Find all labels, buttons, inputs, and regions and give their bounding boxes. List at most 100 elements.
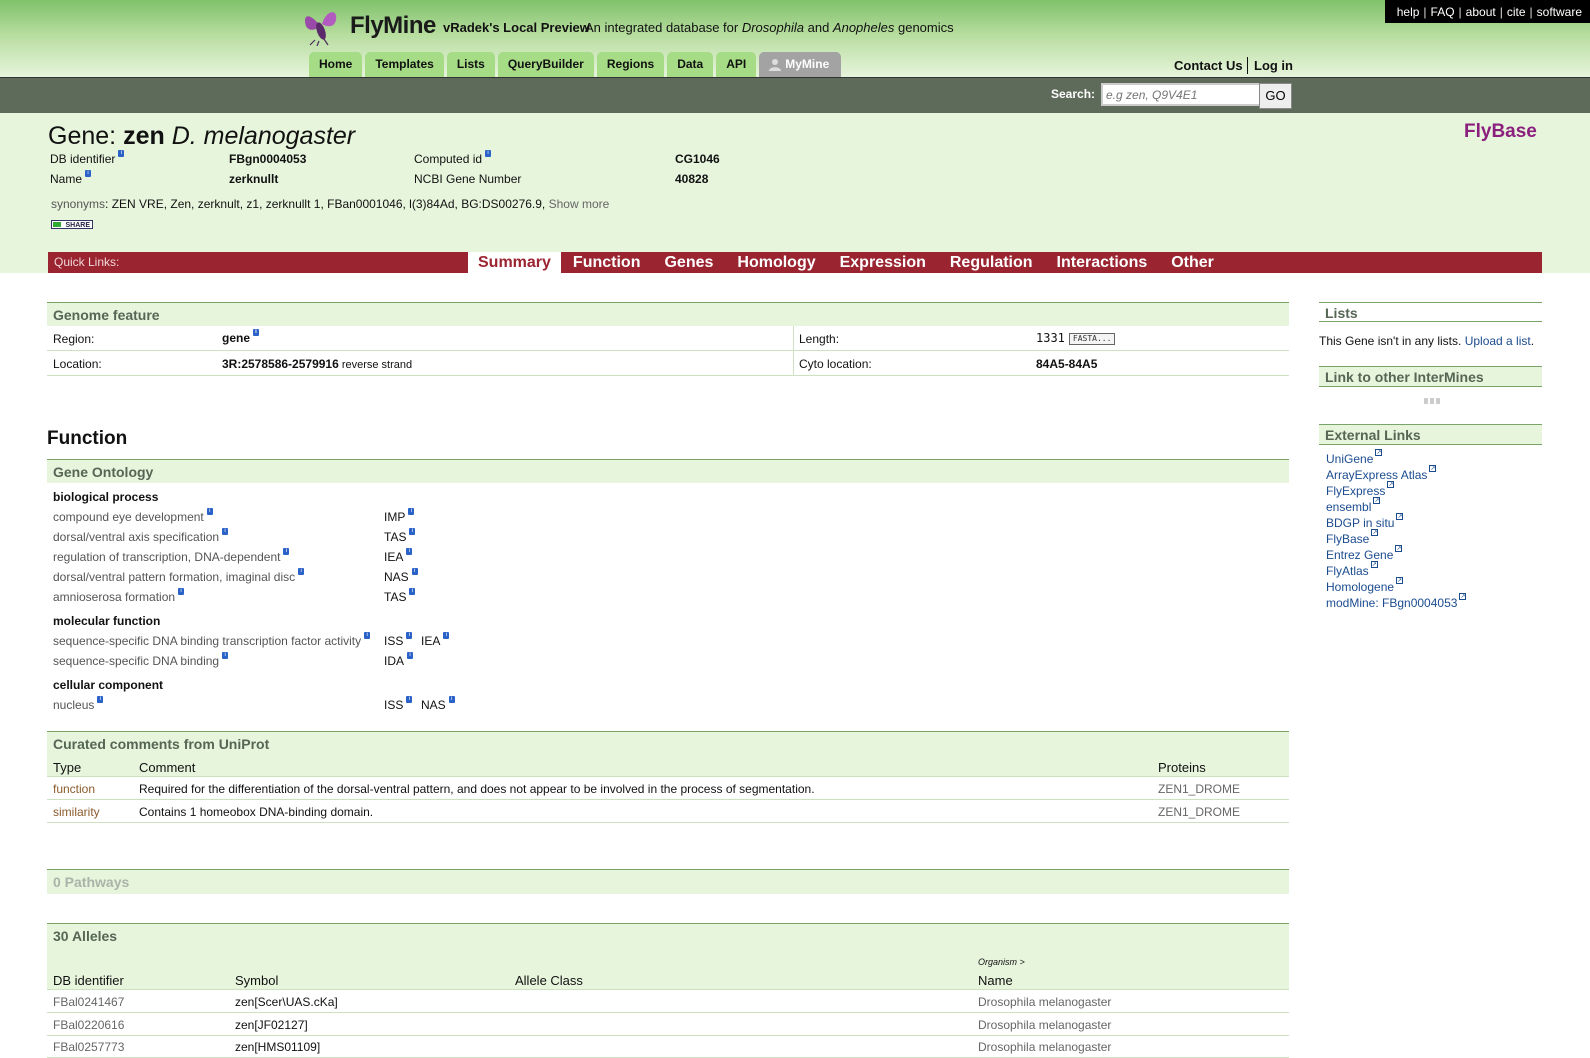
external-link-flyatlas[interactable]: FlyAtlas ↗ — [1326, 561, 1378, 578]
info-icon[interactable]: i — [409, 528, 416, 535]
fasta-button[interactable]: FASTA... — [1068, 332, 1116, 345]
tab-regions[interactable]: Regions — [596, 52, 665, 77]
info-icon[interactable]: i — [364, 632, 371, 639]
help-link[interactable]: help — [1397, 5, 1420, 19]
info-icon[interactable]: i — [85, 170, 92, 177]
go-evidence: ISS i — [384, 632, 413, 648]
external-link-entrez[interactable]: Entrez Gene ↗ — [1326, 545, 1403, 562]
column-header[interactable]: Comment — [139, 760, 195, 775]
data-source-link[interactable]: FlyBase — [1464, 121, 1537, 143]
quick-link-homology[interactable]: Homology — [725, 252, 827, 273]
external-links-header: External Links — [1319, 424, 1542, 445]
external-link-icon: ↗ — [1459, 593, 1467, 600]
info-icon[interactable]: i — [283, 548, 290, 555]
go-evidence: NAS i — [421, 696, 455, 712]
info-icon[interactable]: i — [406, 696, 413, 703]
external-link-flybase[interactable]: FlyBase ↗ — [1326, 529, 1379, 546]
allele-organism[interactable]: Drosophila melanogaster — [978, 1018, 1111, 1032]
column-header[interactable]: Allele Class — [515, 973, 583, 988]
quick-link-function[interactable]: Function — [561, 252, 653, 273]
external-link-icon: ↗ — [1396, 577, 1404, 584]
info-icon[interactable]: i — [253, 329, 260, 336]
intermines-header: Link to other InterMines — [1319, 366, 1542, 387]
comment-type[interactable]: similarity — [53, 805, 100, 819]
quick-link-summary[interactable]: Summary — [468, 252, 561, 273]
tab-lists[interactable]: Lists — [446, 52, 495, 77]
info-icon[interactable]: i — [206, 508, 213, 515]
allele-organism[interactable]: Drosophila melanogaster — [978, 995, 1111, 1009]
search-input[interactable] — [1101, 83, 1261, 106]
column-header[interactable]: Name — [978, 973, 1013, 988]
allele-id[interactable]: FBal0241467 — [53, 995, 124, 1009]
organism-column-group[interactable]: Organism > — [978, 957, 1025, 967]
region-value: gene i — [222, 329, 260, 345]
go-category: molecular function — [53, 614, 161, 628]
external-link-flyexpress[interactable]: FlyExpress ↗ — [1326, 481, 1395, 498]
info-icon[interactable]: i — [448, 696, 455, 703]
allele-organism[interactable]: Drosophila melanogaster — [978, 1040, 1111, 1054]
about-link[interactable]: about — [1466, 5, 1496, 19]
external-link-homologene[interactable]: Homologene ↗ — [1326, 577, 1404, 594]
comment-protein[interactable]: ZEN1_DROME — [1158, 805, 1240, 819]
genome-feature-header: Genome feature — [47, 302, 1289, 326]
column-header[interactable]: Proteins — [1158, 760, 1206, 775]
fly-logo-icon[interactable] — [300, 4, 342, 46]
column-header[interactable]: DB identifier — [53, 973, 124, 988]
external-link-ensembl[interactable]: ensembl ↗ — [1326, 497, 1381, 514]
external-link-icon: ↗ — [1375, 449, 1383, 456]
info-icon[interactable]: i — [97, 696, 104, 703]
info-icon[interactable]: i — [178, 588, 185, 595]
info-icon[interactable]: i — [485, 150, 492, 157]
external-link-icon: ↗ — [1396, 513, 1404, 520]
go-evidence: ISS i — [384, 696, 413, 712]
tab-querybuilder[interactable]: QueryBuilder — [497, 52, 594, 77]
site-logo-text[interactable]: FlyMine — [350, 12, 436, 40]
login-link[interactable]: Log in — [1254, 58, 1293, 73]
computed-id-label: Computed id i — [414, 150, 492, 166]
comment-type[interactable]: function — [53, 782, 95, 796]
name-value: zerknullt — [229, 172, 279, 186]
quick-link-genes[interactable]: Genes — [652, 252, 725, 273]
tab-data[interactable]: Data — [667, 52, 714, 77]
allele-id[interactable]: FBal0220616 — [53, 1018, 124, 1032]
info-icon[interactable]: i — [406, 548, 413, 555]
info-icon[interactable]: i — [406, 632, 413, 639]
quick-link-expression[interactable]: Expression — [828, 252, 938, 273]
search-go-button[interactable]: GO — [1259, 83, 1292, 109]
column-header[interactable]: Type — [53, 760, 81, 775]
info-icon[interactable]: i — [298, 568, 305, 575]
tab-mymine[interactable]: MyMine — [759, 52, 842, 77]
quick-link-interactions[interactable]: Interactions — [1045, 252, 1160, 273]
external-link-modmine[interactable]: modMine: FBgn0004053 ↗ — [1326, 593, 1467, 610]
show-more-link[interactable]: Show more — [549, 197, 610, 211]
info-icon[interactable]: i — [118, 150, 125, 157]
column-header[interactable]: Symbol — [235, 973, 278, 988]
software-link[interactable]: software — [1537, 5, 1582, 19]
quick-link-other[interactable]: Other — [1159, 252, 1226, 273]
external-link-icon: ↗ — [1429, 465, 1437, 472]
length-value: 1331 FASTA... — [1036, 331, 1116, 345]
external-link-unigene[interactable]: UniGene ↗ — [1326, 449, 1383, 466]
external-link-bdgp[interactable]: BDGP in situ ↗ — [1326, 513, 1404, 530]
info-icon[interactable]: i — [411, 568, 418, 575]
tab-home[interactable]: Home — [309, 52, 363, 77]
tab-api[interactable]: API — [716, 52, 757, 77]
comment-protein[interactable]: ZEN1_DROME — [1158, 782, 1240, 796]
cite-link[interactable]: cite — [1507, 5, 1526, 19]
search-bar: Search: GO — [0, 77, 1590, 114]
upload-list-link[interactable]: Upload a list — [1465, 334, 1531, 348]
info-icon[interactable]: i — [407, 652, 414, 659]
allele-id[interactable]: FBal0257773 — [53, 1040, 124, 1054]
tab-templates[interactable]: Templates — [365, 52, 444, 77]
info-icon[interactable]: i — [222, 528, 229, 535]
info-icon[interactable]: i — [409, 588, 416, 595]
external-link-arrayexpress[interactable]: ArrayExpress Atlas ↗ — [1326, 465, 1437, 482]
info-icon[interactable]: i — [408, 508, 415, 515]
faq-link[interactable]: FAQ — [1431, 5, 1455, 19]
quick-link-regulation[interactable]: Regulation — [938, 252, 1045, 273]
info-icon[interactable]: i — [222, 652, 229, 659]
share-button[interactable]: SHARE — [51, 220, 93, 229]
contact-us-link[interactable]: Contact Us — [1174, 58, 1243, 73]
allele-symbol: zen[Scer\UAS.cKa] — [235, 995, 338, 1009]
info-icon[interactable]: i — [443, 632, 450, 639]
